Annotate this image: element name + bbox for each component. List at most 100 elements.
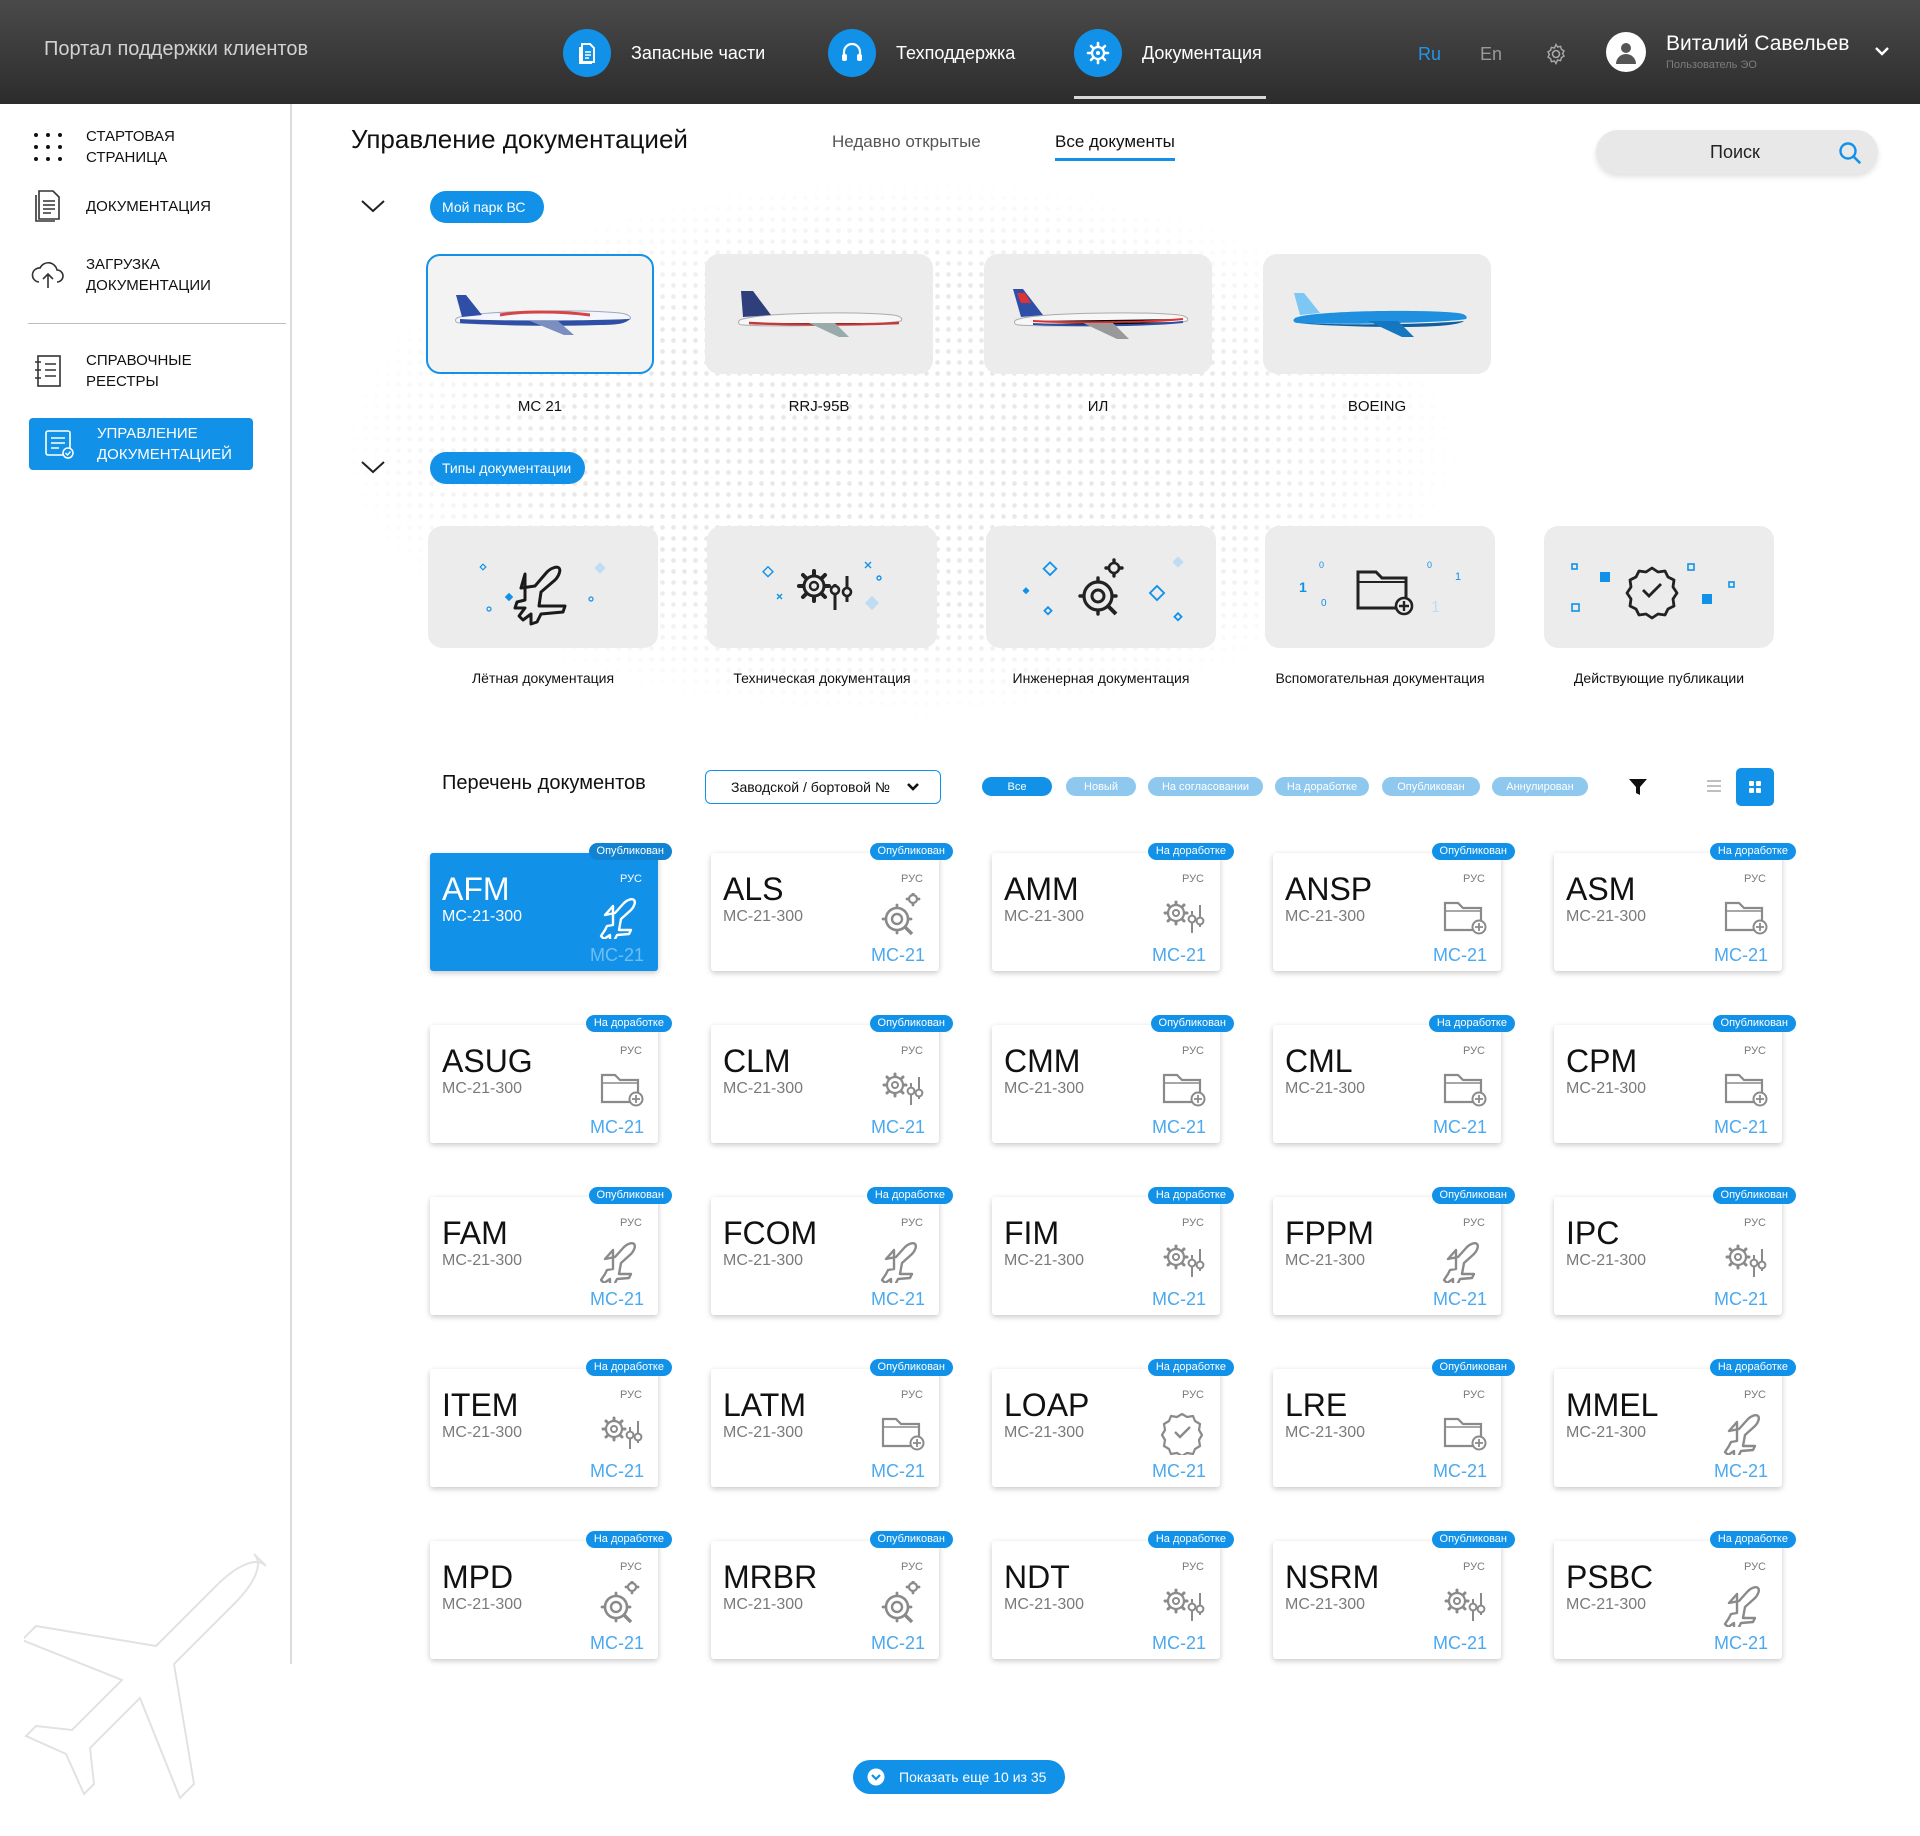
- status-badge: На доработке: [866, 1187, 953, 1204]
- gears-icon: [1158, 1237, 1206, 1283]
- gears-icon: [1439, 1581, 1487, 1627]
- show-more-button[interactable]: Показать еще 10 из 35: [853, 1760, 1065, 1794]
- list-view-icon[interactable]: [1706, 778, 1722, 799]
- headset-icon: [828, 29, 876, 77]
- document-language: РУС: [1181, 1217, 1204, 1229]
- folder-icon: [1720, 1065, 1768, 1111]
- document-fleet: МС-21: [589, 1289, 644, 1309]
- document-card-als[interactable]: Опубликован ALS МС-21-300 РУС МС-21: [711, 843, 953, 971]
- show-more-label: Показать еще 10 из 35: [899, 1769, 1047, 1785]
- chevron-down-icon[interactable]: [1874, 44, 1890, 62]
- document-card-cmm[interactable]: Опубликован CMM МС-21-300 РУС МС-21: [992, 1015, 1234, 1143]
- document-code: ITEM: [442, 1387, 519, 1423]
- doc-type-card-flight[interactable]: [428, 526, 658, 648]
- document-card-lre[interactable]: Опубликован LRE МС-21-300 РУС МС-21: [1273, 1359, 1515, 1487]
- cloud-upload-icon: [30, 257, 66, 293]
- sidebar-item-registries[interactable]: Справочные реестры: [30, 350, 252, 392]
- filter-funnel-icon[interactable]: [1627, 776, 1649, 803]
- document-card-fppm[interactable]: Опубликован FPPM МС-21-300 РУС МС-21: [1273, 1187, 1515, 1315]
- sidebar-item-documentation[interactable]: Документация: [30, 188, 252, 224]
- folder-icon: [1439, 1065, 1487, 1111]
- document-code: LRE: [1285, 1387, 1348, 1423]
- lang-en-button[interactable]: En: [1480, 44, 1502, 65]
- document-card-mrbr[interactable]: Опубликован MRBR МС-21-300 РУС МС-21: [711, 1531, 953, 1659]
- document-card-cml[interactable]: На доработке CML МС-21-300 РУС МС-21: [1273, 1015, 1515, 1143]
- document-fleet: МС-21: [1432, 1461, 1487, 1481]
- document-card-fim[interactable]: На доработке FIM МС-21-300 РУС МС-21: [992, 1187, 1234, 1315]
- sidebar-item-label: Справочные реестры: [86, 352, 192, 390]
- document-card-clm[interactable]: Опубликован CLM МС-21-300 РУС МС-21: [711, 1015, 953, 1143]
- filter-chip-approval[interactable]: На согласовании: [1148, 777, 1263, 796]
- tab-recent[interactable]: Недавно открытые: [832, 132, 981, 152]
- aircraft-card-il[interactable]: [984, 254, 1212, 374]
- filter-chip-cancelled[interactable]: Аннулирован: [1492, 777, 1588, 796]
- document-card-loap[interactable]: На доработке LOAP МС-21-300 РУС МС-21: [992, 1359, 1234, 1487]
- doc-type-card-auxiliary[interactable]: 0 1 0 0 1 1: [1265, 526, 1495, 648]
- lang-ru-button[interactable]: Ru: [1418, 44, 1441, 65]
- doc-type-card-current[interactable]: [1544, 526, 1774, 648]
- document-card-ipc[interactable]: Опубликован IPC МС-21-300 РУС МС-21: [1554, 1187, 1796, 1315]
- aircraft-card-mc21[interactable]: [426, 254, 654, 374]
- search-icon[interactable]: [1838, 141, 1862, 170]
- status-badge: Опубликован: [1712, 1187, 1796, 1204]
- aircraft-label: МС 21: [517, 398, 563, 415]
- sidebar-item-upload[interactable]: Загрузка документации: [30, 254, 252, 296]
- doc-type-card-technical[interactable]: [707, 526, 937, 648]
- settings-gear-icon[interactable]: [1544, 42, 1568, 71]
- document-fleet: МС-21: [1432, 945, 1487, 965]
- document-card-fam[interactable]: Опубликован FAM МС-21-300 РУС МС-21: [430, 1187, 672, 1315]
- document-code: ASM: [1566, 871, 1636, 907]
- nav-documentation[interactable]: Документация: [1074, 28, 1262, 78]
- document-card-cpm[interactable]: Опубликован CPM МС-21-300 РУС МС-21: [1554, 1015, 1796, 1143]
- grid-view-icon[interactable]: [1736, 768, 1774, 806]
- serial-select-value: Заводской / бортовой №: [731, 779, 890, 795]
- sidebar-divider: [28, 323, 286, 324]
- doc-type-card-engineering[interactable]: [986, 526, 1216, 648]
- document-model: МС-21-300: [1285, 1424, 1366, 1441]
- filter-chip-new[interactable]: Новый: [1066, 777, 1136, 796]
- document-card-nsrm[interactable]: Опубликован NSRM МС-21-300 РУС МС-21: [1273, 1531, 1515, 1659]
- collapse-fleet-chevron-icon[interactable]: [360, 198, 386, 219]
- nav-support[interactable]: Техподдержка: [828, 28, 1015, 78]
- sidebar-item-start[interactable]: Стартовая страница: [30, 126, 252, 168]
- document-card-fcom[interactable]: На доработке FCOM МС-21-300 РУС МС-21: [711, 1187, 953, 1315]
- gear-doc-icon: [1074, 29, 1122, 77]
- doc-types-pill[interactable]: Типы документации: [430, 452, 585, 484]
- filter-chip-rework[interactable]: На доработке: [1275, 777, 1369, 796]
- document-language: РУС: [619, 1045, 642, 1057]
- document-card-ndt[interactable]: На доработке NDT МС-21-300 РУС МС-21: [992, 1531, 1234, 1659]
- document-language: РУС: [1462, 1561, 1485, 1573]
- nav-spare-parts[interactable]: Запасные части: [563, 28, 765, 78]
- document-card-asm[interactable]: На доработке ASM МС-21-300 РУС МС-21: [1554, 843, 1796, 971]
- document-card-latm[interactable]: Опубликован LATM МС-21-300 РУС МС-21: [711, 1359, 953, 1487]
- aircraft-card-rrj95b[interactable]: [705, 254, 933, 374]
- tab-all-documents[interactable]: Все документы: [1055, 132, 1175, 161]
- status-badge: Опубликован: [588, 1187, 672, 1204]
- document-card-psbc[interactable]: На доработке PSBC МС-21-300 РУС МС-21: [1554, 1531, 1796, 1659]
- filter-chip-all[interactable]: Все: [982, 777, 1052, 796]
- aircraft-card-boeing[interactable]: [1263, 254, 1491, 374]
- doc-type-label: Техническая документация: [733, 670, 911, 686]
- document-fleet: МС-21: [1151, 1289, 1206, 1309]
- search-input[interactable]: Поиск: [1596, 130, 1878, 174]
- document-fleet: МС-21: [870, 1461, 925, 1481]
- serial-number-select[interactable]: Заводской / бортовой №: [705, 770, 941, 804]
- collapse-doc-types-chevron-icon[interactable]: [360, 459, 386, 480]
- document-card-ansp[interactable]: Опубликован ANSP МС-21-300 РУС МС-21: [1273, 843, 1515, 971]
- document-model: МС-21-300: [1004, 1424, 1085, 1441]
- avatar[interactable]: [1606, 32, 1646, 72]
- filter-chip-published[interactable]: Опубликован: [1382, 777, 1480, 796]
- document-card-mpd[interactable]: На доработке MPD МС-21-300 РУС МС-21: [430, 1531, 672, 1659]
- fleet-pill[interactable]: Мой парк ВС: [430, 191, 544, 223]
- status-badge: На доработке: [1428, 1015, 1515, 1032]
- document-card-asug[interactable]: На доработке ASUG МС-21-300 РУС МС-21: [430, 1015, 672, 1143]
- document-card-mmel[interactable]: На доработке MMEL МС-21-300 РУС МС-21: [1554, 1359, 1796, 1487]
- status-badge: На доработке: [1147, 1187, 1234, 1204]
- document-card-item[interactable]: На доработке ITEM МС-21-300 РУС МС-21: [430, 1359, 672, 1487]
- document-language: РУС: [900, 1561, 923, 1573]
- document-card-afm[interactable]: Опубликован AFM МС-21-300 РУС МС-21: [430, 843, 672, 971]
- document-card-amm[interactable]: На доработке AMM МС-21-300 РУС МС-21: [992, 843, 1234, 971]
- portal-title: Портал поддержки клиентов: [44, 38, 309, 60]
- sidebar-item-doc-management[interactable]: Управление документацией: [29, 418, 253, 470]
- document-language: РУС: [1743, 873, 1766, 885]
